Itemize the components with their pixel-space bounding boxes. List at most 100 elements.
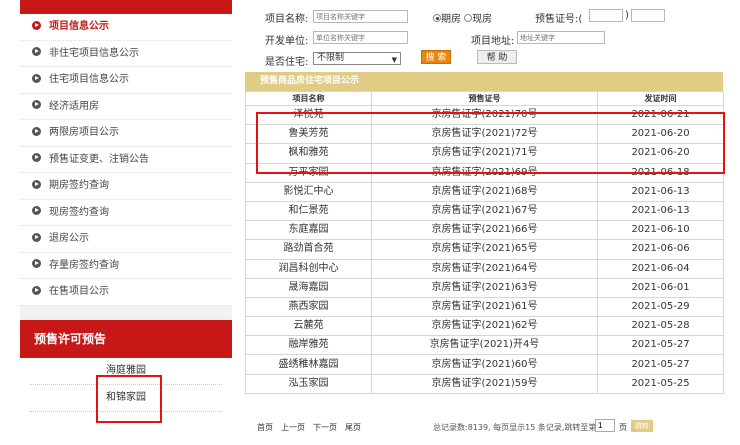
table-row[interactable]: 燕西家园 京房售证字(2021)61号 2021-05-29 [245, 296, 724, 318]
cell-issue-date: 2021-05-25 [597, 373, 724, 394]
cell-project-name[interactable]: 润昌科创中心 [245, 258, 372, 279]
cell-issue-date: 2021-06-04 [597, 258, 724, 279]
table-row[interactable]: 鲁美芳苑 京房售证字(2021)72号 2021-06-20 [245, 124, 724, 145]
column-header-project: 项目名称 [245, 91, 372, 106]
cell-issue-date: 2021-06-18 [597, 162, 724, 183]
sidebar-item[interactable]: 非住宅项目信息公示 [20, 41, 232, 67]
table-row[interactable]: 晟海嘉园 京房售证字(2021)63号 2021-06-01 [245, 277, 724, 298]
radio-existing[interactable] [464, 14, 473, 22]
arrow-circle-icon [32, 232, 41, 242]
table-row[interactable]: 东庭嘉园 京房售证字(2021)66号 2021-06-10 [245, 220, 724, 241]
jump-button[interactable]: 跳转 [631, 420, 653, 432]
cell-issue-date: 2021-05-28 [597, 316, 724, 337]
cell-license-number: 京房售证字(2021)61号 [371, 296, 598, 318]
sidebar-item[interactable]: 住宅项目信息公示 [20, 67, 232, 94]
table-row[interactable]: 影悦汇中心 京房售证字(2021)68号 2021-06-13 [245, 181, 724, 202]
residential-label: 是否住宅: [265, 57, 309, 68]
developer-input[interactable] [313, 31, 408, 44]
cell-license-number: 京房售证字(2021)67号 [371, 200, 598, 222]
sidebar-item[interactable]: 经济适用房 [20, 94, 232, 120]
cell-project-name[interactable]: 盛绣稚林嘉园 [245, 354, 372, 375]
arrow-circle-icon [32, 47, 41, 56]
last-page-link[interactable]: 尾页 [345, 422, 361, 433]
cell-project-name[interactable]: 东庭嘉园 [245, 220, 372, 241]
sidebar-item-label: 退房公示 [49, 233, 89, 244]
table-row[interactable]: 融岸雅苑 京房售证字(2021)开4号 2021-05-27 [245, 335, 724, 356]
address-input[interactable] [517, 31, 605, 44]
table-title: 预售商品房住宅项目公示 [245, 72, 723, 91]
help-button[interactable]: 帮 助 [477, 50, 517, 64]
cell-project-name[interactable]: 泓玉家园 [245, 373, 372, 394]
arrow-circle-icon [32, 20, 41, 30]
table-row[interactable]: 润昌科创中心 京房售证字(2021)64号 2021-06-04 [245, 258, 724, 279]
sidebar-gap [20, 305, 232, 320]
cell-issue-date: 2021-06-13 [597, 200, 724, 222]
sidebar-item-label: 非住宅项目信息公示 [49, 47, 139, 59]
cell-project-name[interactable]: 晟海嘉园 [245, 277, 372, 298]
cell-project-name[interactable]: 路劲首合苑 [245, 239, 372, 260]
prev-page-link[interactable]: 上一页 [281, 422, 305, 433]
table-row[interactable]: 万平家园 京房售证字(2021)69号 2021-06-18 [245, 162, 724, 183]
cell-project-name[interactable]: 影悦汇中心 [245, 181, 372, 202]
sidebar-item[interactable]: 项目信息公示 [20, 14, 232, 41]
presale-preview-list: 海庭雅园 和锦家园 [20, 357, 232, 412]
address-label: 项目地址: [471, 36, 515, 47]
cell-project-name[interactable]: 泽悦苑 [245, 104, 372, 126]
table-row[interactable]: 路劲首合苑 京房售证字(2021)65号 2021-06-06 [245, 239, 724, 260]
first-page-link[interactable]: 首页 [257, 422, 273, 433]
sidebar-item[interactable]: 存量房签约查询 [20, 253, 232, 279]
radio-futures[interactable] [433, 14, 441, 22]
arrow-circle-icon [32, 259, 41, 268]
sidebar-item[interactable]: 期房签约查询 [20, 173, 232, 200]
cell-project-name[interactable]: 云麓苑 [245, 316, 372, 337]
next-page-link[interactable]: 下一页 [313, 422, 337, 433]
cell-issue-date: 2021-06-13 [597, 181, 724, 202]
sidebar-item-label: 期房签约查询 [49, 180, 109, 191]
sidebar-item[interactable]: 现房签约查询 [20, 200, 232, 226]
project-name-input[interactable] [313, 10, 408, 23]
table-row[interactable]: 泓玉家园 京房售证字(2021)59号 2021-05-25 [245, 373, 724, 394]
arrow-circle-icon [32, 100, 41, 109]
presale-number-input[interactable] [589, 9, 623, 22]
presale-number-close: ) [625, 10, 629, 21]
presale-preview-item[interactable]: 和锦家园 [30, 385, 222, 412]
table-header-row: 项目名称 预售证号 发证时间 [245, 91, 724, 106]
sidebar-item-label: 经济适用房 [49, 100, 99, 112]
cell-project-name[interactable]: 枫和雅苑 [245, 143, 372, 164]
presale-number-input-2[interactable] [631, 9, 665, 22]
cell-license-number: 京房售证字(2021)64号 [371, 258, 598, 279]
sidebar-item[interactable]: 两限房项目公示 [20, 120, 232, 147]
house-type-radio-group: 期房 现房 [433, 10, 492, 25]
table-row[interactable]: 盛绣稚林嘉园 京房售证字(2021)60号 2021-05-27 [245, 354, 724, 375]
cell-license-number: 京房售证字(2021)59号 [371, 373, 598, 394]
table-row[interactable]: 和仁景苑 京房售证字(2021)67号 2021-06-13 [245, 200, 724, 222]
cell-project-name[interactable]: 和仁景苑 [245, 200, 372, 222]
table-row[interactable]: 云麓苑 京房售证字(2021)62号 2021-05-28 [245, 316, 724, 337]
page-number-input[interactable] [595, 419, 615, 432]
sidebar-item[interactable]: 在售项目公示 [20, 279, 232, 306]
cell-project-name[interactable]: 燕西家园 [245, 296, 372, 318]
table-row[interactable]: 泽悦苑 京房售证字(2021)70号 2021-06-21 [245, 104, 724, 126]
sidebar-item-label: 住宅项目信息公示 [49, 74, 129, 85]
sidebar-item-label: 预售证变更、注销公告 [49, 153, 149, 165]
cell-issue-date: 2021-06-01 [597, 277, 724, 298]
sidebar-item-label: 在售项目公示 [49, 286, 109, 297]
search-button[interactable]: 搜 索 [421, 50, 451, 64]
cell-issue-date: 2021-06-10 [597, 220, 724, 241]
residential-select[interactable]: 不限制 ▼ [313, 52, 401, 65]
sidebar-item[interactable]: 预售证变更、注销公告 [20, 147, 232, 173]
cell-project-name[interactable]: 万平家园 [245, 162, 372, 183]
cell-license-number: 京房售证字(2021)72号 [371, 124, 598, 145]
radio-existing-label: 现房 [472, 14, 493, 25]
cell-issue-date: 2021-06-20 [597, 143, 724, 164]
chevron-down-icon: ▼ [391, 56, 397, 64]
main-content: 项目名称: 期房 现房 预售证号:( ) 开发单位: 项目地址: 是否住宅: 不… [245, 0, 724, 394]
cell-project-name[interactable]: 鲁美芳苑 [245, 124, 372, 145]
cell-project-name[interactable]: 融岸雅苑 [245, 335, 372, 356]
sidebar-item-label: 存量房签约查询 [49, 259, 119, 271]
table-row[interactable]: 枫和雅苑 京房售证字(2021)71号 2021-06-20 [245, 143, 724, 164]
table-body: 泽悦苑 京房售证字(2021)70号 2021-06-21 鲁美芳苑 京房售证字(202… [245, 104, 724, 394]
sidebar-item[interactable]: 退房公示 [20, 226, 232, 253]
sidebar-top-bar [20, 0, 232, 14]
presale-preview-item[interactable]: 海庭雅园 [30, 358, 222, 385]
